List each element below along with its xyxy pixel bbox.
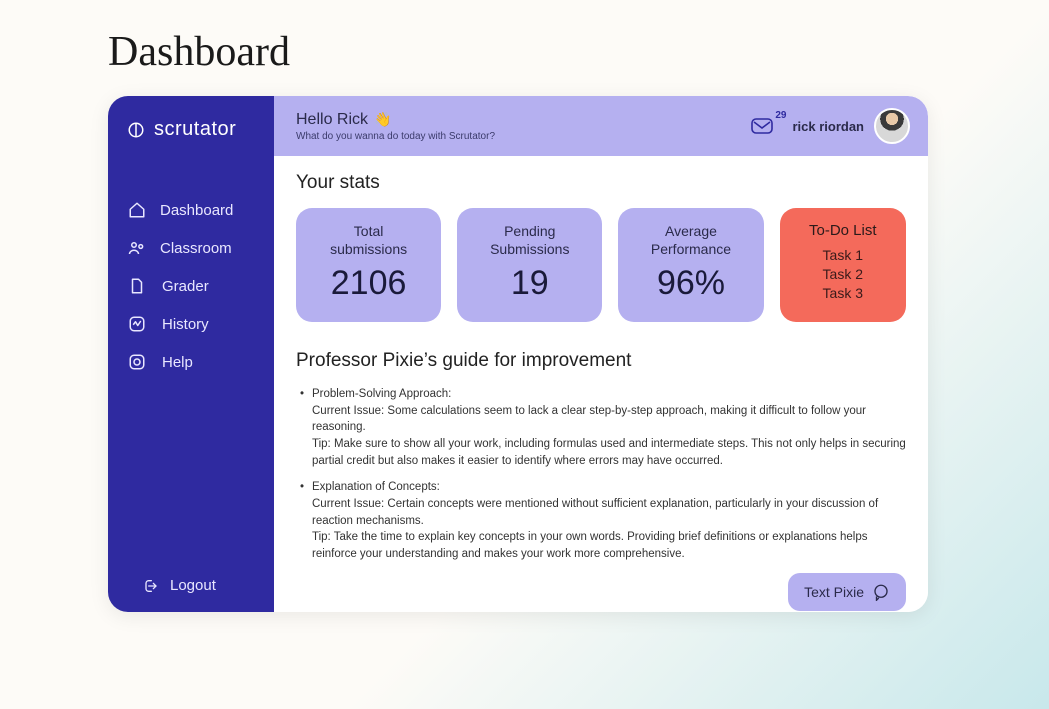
guide-list: Problem-Solving Approach: Current Issue:… (296, 386, 906, 563)
page-title: Dashboard (108, 28, 1049, 76)
sidebar-item-label: Help (160, 354, 260, 371)
todo-title: To-Do List (790, 222, 896, 239)
avatar[interactable] (874, 108, 910, 144)
stat-value: 96% (628, 264, 753, 303)
home-icon (128, 201, 146, 219)
stat-card-average: Average Performance 96% (618, 208, 763, 322)
stat-label: Submissions (490, 241, 569, 257)
stat-label: submissions (330, 241, 407, 257)
username: rick riordan (792, 119, 864, 134)
sidebar: scrutator Dashboard Classroom Grader (108, 96, 274, 612)
wave-icon: 👋 (374, 111, 391, 128)
file-icon (128, 277, 146, 295)
guide-heading: Problem-Solving Approach: (312, 388, 451, 400)
sidebar-item-label: History (160, 316, 260, 333)
stat-label: Total (354, 223, 384, 239)
sidebar-item-dashboard[interactable]: Dashboard (128, 201, 260, 219)
stat-value: 2106 (306, 264, 431, 303)
sidebar-item-label: Grader (160, 278, 260, 295)
guide-tip: Tip: Take the time to explain key concep… (312, 529, 906, 562)
todo-item[interactable]: Task 2 (790, 266, 896, 282)
brand: scrutator (122, 118, 260, 141)
inbox-count: 29 (775, 110, 786, 121)
stat-label: Performance (651, 241, 731, 257)
app-window: scrutator Dashboard Classroom Grader (108, 96, 928, 612)
todo-item[interactable]: Task 3 (790, 285, 896, 301)
sidebar-item-grader[interactable]: Grader (128, 277, 260, 295)
guide-issue: Current Issue: Certain concepts were men… (312, 496, 906, 529)
greeting-subtext: What do you wanna do today with Scrutato… (296, 131, 750, 142)
todo-item[interactable]: Task 1 (790, 247, 896, 263)
stats-cards: Total submissions 2106 Pending Submissio… (296, 208, 906, 322)
activity-icon (128, 315, 146, 333)
sidebar-item-classroom[interactable]: Classroom (128, 239, 260, 257)
guide-title: Professor Pixie’s guide for improvement (296, 350, 906, 372)
topbar: Hello Rick 👋 What do you wanna do today … (274, 96, 928, 156)
sidebar-nav: Dashboard Classroom Grader History (122, 201, 260, 371)
guide-issue: Current Issue: Some calculations seem to… (312, 403, 906, 436)
content: Your stats Total submissions 2106 Pendin… (274, 156, 928, 612)
guide-tip: Tip: Make sure to show all your work, in… (312, 436, 906, 469)
text-pixie-button[interactable]: Text Pixie (788, 573, 906, 611)
stat-label: Pending (504, 223, 555, 239)
todo-card: To-Do List Task 1 Task 2 Task 3 (780, 208, 906, 322)
brand-icon (126, 120, 146, 140)
help-icon (128, 353, 146, 371)
logout-icon (142, 578, 158, 594)
sidebar-item-label: Dashboard (160, 202, 260, 219)
main: Hello Rick 👋 What do you wanna do today … (274, 96, 928, 612)
pixie-button-label: Text Pixie (804, 584, 864, 600)
stat-label: Average (665, 223, 717, 239)
stat-value: 19 (467, 264, 592, 303)
sidebar-item-history[interactable]: History (128, 315, 260, 333)
greeting: Hello Rick 👋 What do you wanna do today … (296, 111, 750, 142)
stat-card-pending: Pending Submissions 19 (457, 208, 602, 322)
stats-title: Your stats (296, 172, 906, 194)
mail-icon (750, 116, 774, 136)
guide-heading: Explanation of Concepts: (312, 481, 440, 493)
chat-icon (872, 583, 890, 601)
people-icon (128, 239, 146, 257)
logout-label: Logout (170, 577, 216, 594)
guide-point: Explanation of Concepts: Current Issue: … (300, 479, 906, 562)
guide-point: Problem-Solving Approach: Current Issue:… (300, 386, 906, 469)
sidebar-item-help[interactable]: Help (128, 353, 260, 371)
stat-card-total: Total submissions 2106 (296, 208, 441, 322)
brand-name: scrutator (154, 118, 236, 141)
logout-button[interactable]: Logout (122, 577, 260, 594)
inbox-button[interactable]: 29 (750, 116, 774, 136)
greeting-text: Hello Rick (296, 111, 368, 129)
sidebar-item-label: Classroom (160, 240, 260, 257)
